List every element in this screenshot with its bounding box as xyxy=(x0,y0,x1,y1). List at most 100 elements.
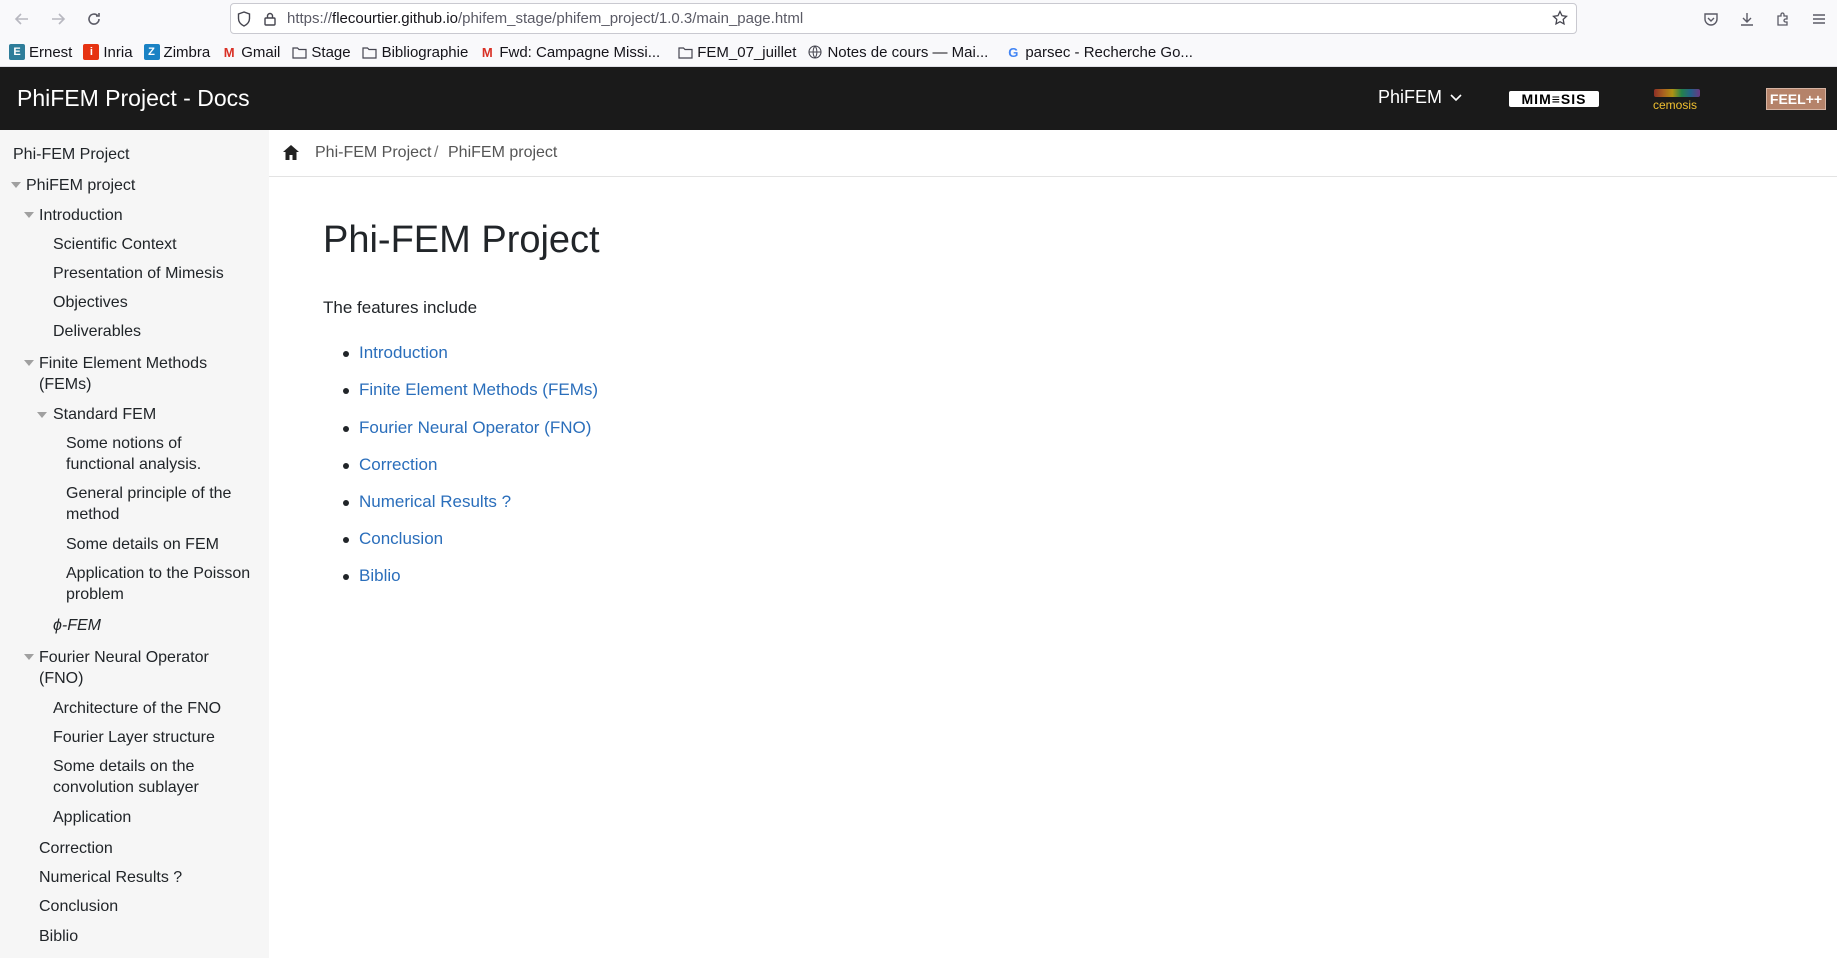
lock-icon[interactable] xyxy=(257,3,283,34)
bookmark-folder-stage[interactable]: Stage xyxy=(291,43,351,61)
folder-icon xyxy=(677,44,693,60)
sidebar-item-some-details-on-fem[interactable]: Some details on FEM xyxy=(66,534,219,555)
sidebar-item-biblio[interactable]: Biblio xyxy=(39,926,78,947)
reload-button[interactable] xyxy=(76,0,112,38)
bookmark-ernest[interactable]: E Ernest xyxy=(9,44,72,61)
breadcrumb-link-phi-fem-project[interactable]: Phi-FEM Project xyxy=(315,144,431,162)
bookmark-label: parsec - Recherche Go... xyxy=(1025,43,1193,61)
address-bar[interactable]: https://flecourtier.github.io/phifem_sta… xyxy=(230,3,1577,34)
pocket-icon xyxy=(1704,13,1718,26)
shield-icon[interactable] xyxy=(231,3,257,34)
zimbra-icon: Z xyxy=(143,44,160,60)
link-conclusion[interactable]: Conclusion xyxy=(359,529,443,549)
link-finite-element-methods[interactable]: Finite Element Methods (FEMs) xyxy=(359,380,598,400)
bookmark-folder-bibliographie[interactable]: Bibliographie xyxy=(362,43,469,61)
bookmark-fwd-campagne[interactable]: M Fwd: Campagne Missi... xyxy=(479,44,660,61)
url-path: /phifem_stage/phifem_project/1.0.3/main_… xyxy=(457,10,804,27)
bookmark-label: FEM_07_juillet xyxy=(697,43,797,61)
link-introduction[interactable]: Introduction xyxy=(359,343,448,363)
back-button[interactable] xyxy=(4,0,40,38)
sidebar-item-fourier-neural-operator[interactable]: Fourier Neural Operator (FNO) xyxy=(39,647,239,689)
gmail-icon: M xyxy=(223,44,235,60)
caret-down-icon[interactable] xyxy=(24,212,34,218)
downloads-button[interactable] xyxy=(1729,0,1765,38)
sidebar-item-deliverables[interactable]: Deliverables xyxy=(53,321,141,342)
breadcrumb-separator: / xyxy=(434,144,439,161)
cemosis-logo[interactable]: cemosis xyxy=(1650,89,1704,112)
mimesis-logo[interactable]: MIM≡SIS xyxy=(1509,91,1599,107)
chevron-down-icon xyxy=(1450,93,1462,101)
sidebar-item-phi-fem[interactable]: ϕ-FEM xyxy=(53,615,101,636)
url-text[interactable]: https://flecourtier.github.io/phifem_sta… xyxy=(287,10,803,27)
bookmark-gmail[interactable]: M Gmail xyxy=(221,43,281,61)
caret-down-icon[interactable] xyxy=(11,182,21,188)
site-title[interactable]: PhiFEM Project - Docs xyxy=(17,85,250,112)
sidebar-item-objectives[interactable]: Objectives xyxy=(53,292,128,313)
sidebar-item-finite-element-methods[interactable]: Finite Element Methods (FEMs) xyxy=(39,353,239,395)
bookmark-label: Inria xyxy=(103,43,133,61)
bookmark-star-icon[interactable] xyxy=(1552,9,1568,31)
sidebar-item-architecture-fno[interactable]: Architecture of the FNO xyxy=(53,698,221,719)
menu-button[interactable] xyxy=(1801,0,1837,38)
sidebar-item-convolution-sublayer[interactable]: Some details on the convolution sublayer xyxy=(53,756,243,798)
link-numerical-results[interactable]: Numerical Results ? xyxy=(359,492,511,512)
bookmark-parsec[interactable]: Gparsec - Recherche Go... xyxy=(1005,44,1193,61)
link-correction[interactable]: Correction xyxy=(359,455,437,475)
bookmark-folder-fem[interactable]: FEM_07_juillet xyxy=(677,44,796,61)
bookmark-zimbra[interactable]: Z Zimbra xyxy=(143,43,211,61)
bullet xyxy=(343,500,349,506)
version-dropdown-label: PhiFEM xyxy=(1378,87,1443,107)
folder-icon xyxy=(362,44,378,60)
bookmark-label: Fwd: Campagne Missi... xyxy=(499,43,661,61)
download-icon xyxy=(1741,13,1753,26)
bookmark-label: Notes de cours — Mai... xyxy=(827,43,989,61)
feelpp-logo[interactable]: FEEL++ xyxy=(1766,88,1826,110)
breadcrumb: Phi-FEM Project / PhiFEM project xyxy=(269,130,1837,177)
page-title: Phi-FEM Project xyxy=(323,219,600,261)
bookmark-inria[interactable]: i Inria xyxy=(83,43,133,61)
ernest-icon: E xyxy=(9,44,25,60)
sidebar-item-application[interactable]: Application xyxy=(53,807,131,828)
sidebar-item-introduction[interactable]: Introduction xyxy=(39,205,123,226)
sidebar-item-phifem-project[interactable]: PhiFEM project xyxy=(26,175,135,196)
caret-down-icon[interactable] xyxy=(24,654,34,660)
sidebar-item-conclusion[interactable]: Conclusion xyxy=(39,896,118,917)
bullet xyxy=(343,463,349,469)
sidebar-item-poisson-problem[interactable]: Application to the Poisson problem xyxy=(66,563,266,605)
caret-down-icon[interactable] xyxy=(24,360,34,366)
sidebar-item-phi-fem-project[interactable]: Phi-FEM Project xyxy=(13,144,129,165)
sidebar-item-scientific-context[interactable]: Scientific Context xyxy=(53,234,177,255)
sidebar-item-general-principle[interactable]: General principle of the method xyxy=(66,483,246,525)
sidebar-item-fourier-layer-structure[interactable]: Fourier Layer structure xyxy=(53,727,215,748)
cemosis-logo-mark xyxy=(1654,89,1700,97)
sidebar-item-numerical-results[interactable]: Numerical Results ? xyxy=(39,867,182,888)
bookmark-label: Stage xyxy=(311,43,351,61)
inria-icon: i xyxy=(83,44,100,60)
intro-text: The features include xyxy=(323,298,478,317)
bookmark-label: Zimbra xyxy=(163,43,211,61)
sidebar-item-functional-analysis[interactable]: Some notions of functional analysis. xyxy=(66,433,246,475)
sidebar-item-standard-fem[interactable]: Standard FEM xyxy=(53,404,156,425)
extensions-button[interactable] xyxy=(1765,0,1801,38)
version-dropdown[interactable]: PhiFEM xyxy=(1378,87,1462,108)
bookmark-notes-de-cours[interactable]: Notes de cours — Mai... xyxy=(807,44,988,61)
google-icon: G xyxy=(1008,44,1019,60)
caret-down-icon[interactable] xyxy=(37,412,47,418)
bookmarks-bar: E Ernest i Inria Z Zimbra M Gmail Stage Bibl… xyxy=(0,38,1837,67)
cemosis-logo-text: cemosis xyxy=(1653,98,1698,112)
bullet xyxy=(343,426,349,432)
pocket-button[interactable] xyxy=(1693,0,1729,38)
url-host: flecourtier.github.io xyxy=(332,10,458,27)
back-arrow-icon xyxy=(14,13,28,25)
link-fourier-neural-operator[interactable]: Fourier Neural Operator (FNO) xyxy=(359,418,591,438)
puzzle-icon xyxy=(1777,12,1788,26)
folder-icon xyxy=(291,44,307,60)
home-icon[interactable] xyxy=(282,144,300,161)
sidebar-item-presentation-of-mimesis[interactable]: Presentation of Mimesis xyxy=(53,263,224,284)
bookmark-label: Bibliographie xyxy=(381,43,469,61)
sidebar-item-correction[interactable]: Correction xyxy=(39,838,113,859)
link-biblio[interactable]: Biblio xyxy=(359,566,401,586)
bookmark-label: Gmail xyxy=(241,43,281,61)
bullet xyxy=(343,537,349,543)
forward-button[interactable] xyxy=(40,0,76,38)
